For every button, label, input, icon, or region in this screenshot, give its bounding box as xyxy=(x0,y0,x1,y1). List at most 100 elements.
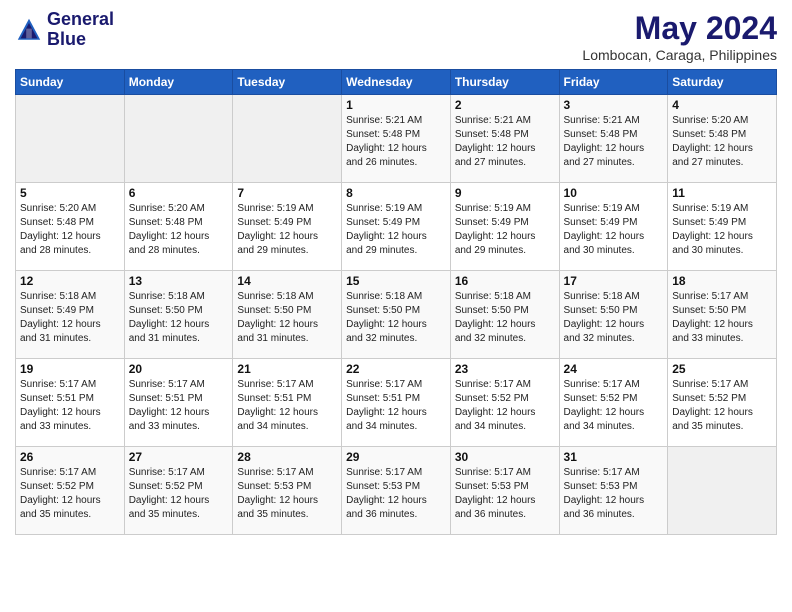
day-number: 29 xyxy=(346,450,446,464)
calendar-cell: 9 Sunrise: 5:19 AMSunset: 5:49 PMDaylight… xyxy=(450,183,559,271)
day-number: 16 xyxy=(455,274,555,288)
day-number: 14 xyxy=(237,274,337,288)
day-info: Sunrise: 5:19 AMSunset: 5:49 PMDaylight:… xyxy=(672,202,772,258)
calendar-cell: 21Sunrise: 5:17 AMSunset: 5:51 PMDayligh… xyxy=(233,359,342,447)
calendar-cell: 12 Sunrise: 5:18 AMSunset: 5:49 PMDayligh… xyxy=(16,271,125,359)
logo-icon xyxy=(15,16,43,44)
day-info: Sunrise: 5:17 AMSunset: 5:53 PMDaylight:… xyxy=(455,466,555,522)
weekday-header-monday: Monday xyxy=(124,70,233,95)
calendar-cell: 14Sunrise: 5:18 AMSunset: 5:50 PMDayligh… xyxy=(233,271,342,359)
day-info: Sunrise: 5:17 AMSunset: 5:52 PMDaylight:… xyxy=(564,378,664,434)
weekday-header-row: SundayMondayTuesdayWednesdayThursdayFrid… xyxy=(16,70,777,95)
calendar-cell: 10 Sunrise: 5:19 AMSunset: 5:49 PMDayligh… xyxy=(559,183,668,271)
calendar-cell: 16 Sunrise: 5:18 AMSunset: 5:50 PMDayligh… xyxy=(450,271,559,359)
weekday-header-thursday: Thursday xyxy=(450,70,559,95)
calendar-cell: 2 Sunrise: 5:21 AMSunset: 5:48 PMDaylight… xyxy=(450,95,559,183)
calendar-cell: 30 Sunrise: 5:17 AMSunset: 5:53 PMDayligh… xyxy=(450,447,559,535)
day-info: Sunrise: 5:17 AMSunset: 5:53 PMDaylight:… xyxy=(346,466,446,522)
day-number: 26 xyxy=(20,450,120,464)
weekday-header-sunday: Sunday xyxy=(16,70,125,95)
day-info: Sunrise: 5:18 AMSunset: 5:50 PMDaylight:… xyxy=(564,290,664,346)
day-info: Sunrise: 5:17 AMSunset: 5:51 PMDaylight:… xyxy=(237,378,337,434)
logo-line1: General xyxy=(47,10,114,30)
logo-text: General Blue xyxy=(47,10,114,50)
calendar-cell: 3 Sunrise: 5:21 AMSunset: 5:48 PMDaylight… xyxy=(559,95,668,183)
day-number: 2 xyxy=(455,98,555,112)
day-number: 27 xyxy=(129,450,229,464)
day-info: Sunrise: 5:19 AMSunset: 5:49 PMDaylight:… xyxy=(237,202,337,258)
day-number: 8 xyxy=(346,186,446,200)
week-row-2: 5 Sunrise: 5:20 AMSunset: 5:48 PMDaylight… xyxy=(16,183,777,271)
day-info: Sunrise: 5:21 AMSunset: 5:48 PMDaylight:… xyxy=(564,114,664,170)
calendar-cell: 29 Sunrise: 5:17 AMSunset: 5:53 PMDayligh… xyxy=(342,447,451,535)
week-row-4: 19 Sunrise: 5:17 AMSunset: 5:51 PMDayligh… xyxy=(16,359,777,447)
day-number: 12 xyxy=(20,274,120,288)
day-info: Sunrise: 5:20 AMSunset: 5:48 PMDaylight:… xyxy=(672,114,772,170)
day-number: 20 xyxy=(129,362,229,376)
calendar-cell xyxy=(233,95,342,183)
day-info: Sunrise: 5:21 AMSunset: 5:48 PMDaylight:… xyxy=(455,114,555,170)
day-number: 28 xyxy=(237,450,337,464)
day-number: 17 xyxy=(564,274,664,288)
weekday-header-tuesday: Tuesday xyxy=(233,70,342,95)
calendar-cell: 18 Sunrise: 5:17 AMSunset: 5:50 PMDayligh… xyxy=(668,271,777,359)
day-number: 22 xyxy=(346,362,446,376)
day-number: 19 xyxy=(20,362,120,376)
day-number: 18 xyxy=(672,274,772,288)
week-row-3: 12 Sunrise: 5:18 AMSunset: 5:49 PMDayligh… xyxy=(16,271,777,359)
calendar-cell xyxy=(668,447,777,535)
calendar-cell: 31Sunrise: 5:17 AMSunset: 5:53 PMDayligh… xyxy=(559,447,668,535)
weekday-header-saturday: Saturday xyxy=(668,70,777,95)
month-title: May 2024 xyxy=(582,10,777,47)
day-number: 4 xyxy=(672,98,772,112)
calendar-cell: 24 Sunrise: 5:17 AMSunset: 5:52 PMDayligh… xyxy=(559,359,668,447)
day-info: Sunrise: 5:18 AMSunset: 5:50 PMDaylight:… xyxy=(455,290,555,346)
day-number: 5 xyxy=(20,186,120,200)
day-info: Sunrise: 5:17 AMSunset: 5:52 PMDaylight:… xyxy=(129,466,229,522)
weekday-header-friday: Friday xyxy=(559,70,668,95)
day-info: Sunrise: 5:17 AMSunset: 5:51 PMDaylight:… xyxy=(346,378,446,434)
calendar-cell: 15 Sunrise: 5:18 AMSunset: 5:50 PMDayligh… xyxy=(342,271,451,359)
logo-line2: Blue xyxy=(47,30,114,50)
calendar-cell: 22 Sunrise: 5:17 AMSunset: 5:51 PMDayligh… xyxy=(342,359,451,447)
calendar-cell: 8 Sunrise: 5:19 AMSunset: 5:49 PMDaylight… xyxy=(342,183,451,271)
calendar-table: SundayMondayTuesdayWednesdayThursdayFrid… xyxy=(15,69,777,535)
calendar-cell: 13 Sunrise: 5:18 AMSunset: 5:50 PMDayligh… xyxy=(124,271,233,359)
day-info: Sunrise: 5:17 AMSunset: 5:53 PMDaylight:… xyxy=(564,466,664,522)
day-number: 23 xyxy=(455,362,555,376)
day-info: Sunrise: 5:17 AMSunset: 5:52 PMDaylight:… xyxy=(455,378,555,434)
week-row-1: 1 Sunrise: 5:21 AMSunset: 5:48 PMDaylight… xyxy=(16,95,777,183)
day-info: Sunrise: 5:18 AMSunset: 5:50 PMDaylight:… xyxy=(346,290,446,346)
day-info: Sunrise: 5:18 AMSunset: 5:49 PMDaylight:… xyxy=(20,290,120,346)
calendar-cell: 20 Sunrise: 5:17 AMSunset: 5:51 PMDayligh… xyxy=(124,359,233,447)
calendar-cell: 5 Sunrise: 5:20 AMSunset: 5:48 PMDaylight… xyxy=(16,183,125,271)
day-number: 6 xyxy=(129,186,229,200)
day-number: 10 xyxy=(564,186,664,200)
logo: General Blue xyxy=(15,10,114,50)
calendar-cell: 7Sunrise: 5:19 AMSunset: 5:49 PMDaylight… xyxy=(233,183,342,271)
location: Lombocan, Caraga, Philippines xyxy=(582,47,777,63)
calendar-cell: 4 Sunrise: 5:20 AMSunset: 5:48 PMDaylight… xyxy=(668,95,777,183)
day-number: 13 xyxy=(129,274,229,288)
day-number: 24 xyxy=(564,362,664,376)
day-info: Sunrise: 5:18 AMSunset: 5:50 PMDaylight:… xyxy=(129,290,229,346)
calendar-cell xyxy=(16,95,125,183)
calendar-cell: 11Sunrise: 5:19 AMSunset: 5:49 PMDayligh… xyxy=(668,183,777,271)
day-number: 9 xyxy=(455,186,555,200)
day-info: Sunrise: 5:19 AMSunset: 5:49 PMDaylight:… xyxy=(455,202,555,258)
day-number: 15 xyxy=(346,274,446,288)
calendar-cell: 6Sunrise: 5:20 AMSunset: 5:48 PMDaylight… xyxy=(124,183,233,271)
title-block: May 2024 Lombocan, Caraga, Philippines xyxy=(582,10,777,63)
day-info: Sunrise: 5:19 AMSunset: 5:49 PMDaylight:… xyxy=(564,202,664,258)
day-info: Sunrise: 5:20 AMSunset: 5:48 PMDaylight:… xyxy=(20,202,120,258)
day-number: 1 xyxy=(346,98,446,112)
day-number: 3 xyxy=(564,98,664,112)
day-info: Sunrise: 5:17 AMSunset: 5:53 PMDaylight:… xyxy=(237,466,337,522)
day-info: Sunrise: 5:17 AMSunset: 5:50 PMDaylight:… xyxy=(672,290,772,346)
day-info: Sunrise: 5:19 AMSunset: 5:49 PMDaylight:… xyxy=(346,202,446,258)
day-info: Sunrise: 5:17 AMSunset: 5:51 PMDaylight:… xyxy=(129,378,229,434)
weekday-header-wednesday: Wednesday xyxy=(342,70,451,95)
calendar-cell: 17 Sunrise: 5:18 AMSunset: 5:50 PMDayligh… xyxy=(559,271,668,359)
day-number: 30 xyxy=(455,450,555,464)
calendar-cell xyxy=(124,95,233,183)
